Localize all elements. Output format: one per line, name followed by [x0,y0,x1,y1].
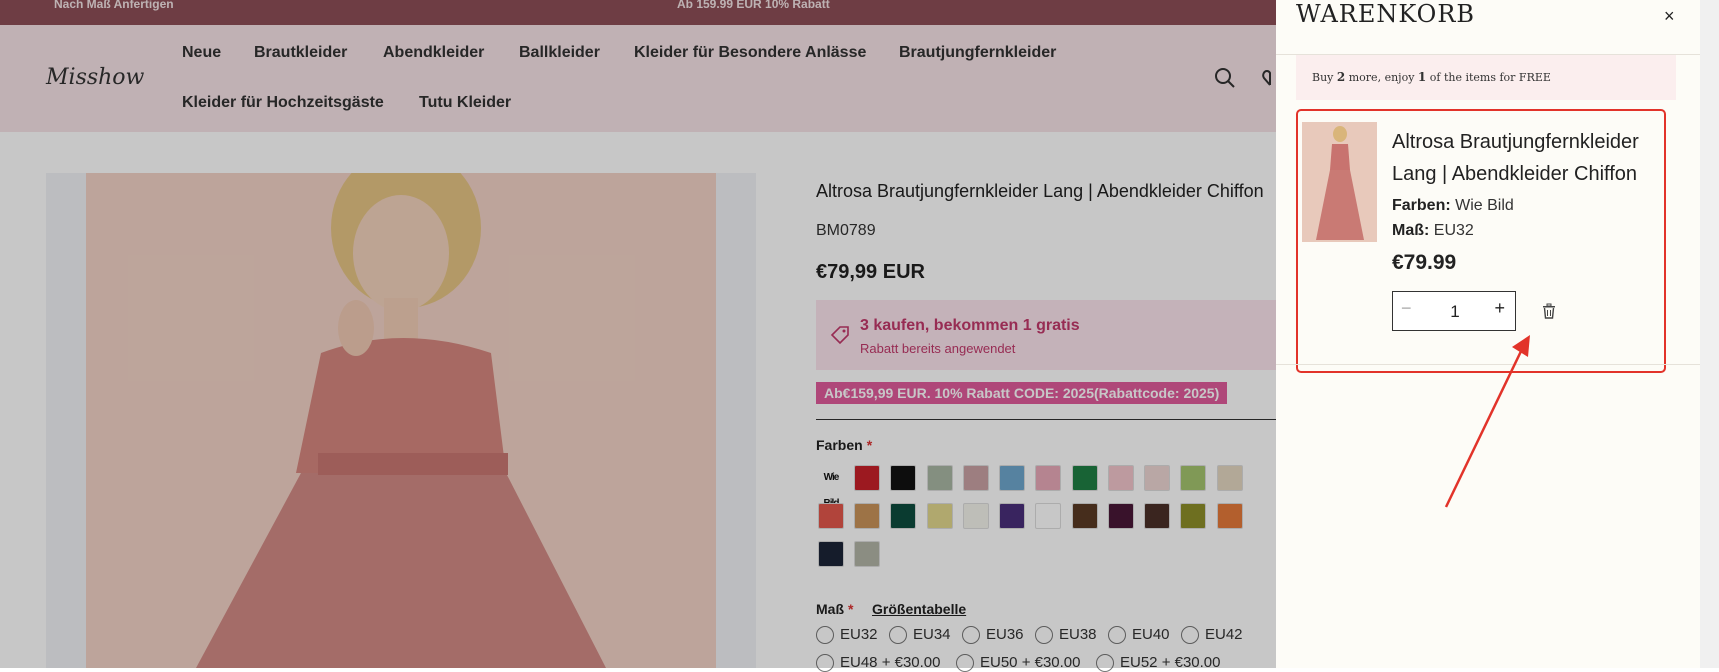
cart-drawer: WARENKORB × Buy 2 more, enjoy 1 of the i… [1276,0,1700,668]
cart-item-price: €79.99 [1392,251,1457,274]
free-item-banner: Buy 2 more, enjoy 1 of the items for FRE… [1296,55,1676,100]
page-overlay[interactable] [0,0,1276,668]
close-icon[interactable]: × [1664,6,1675,27]
quantity-increase-button[interactable]: + [1494,298,1505,319]
cart-item-thumbnail[interactable] [1302,122,1377,242]
cart-item: Altrosa Brautjungfernkleider Lang | Aben… [1296,109,1666,373]
cart-item-color: Farben: Wie Bild [1392,197,1514,214]
quantity-stepper: − 1 + [1392,291,1516,331]
cart-title: WARENKORB [1296,0,1476,28]
drawer-scrollbar[interactable] [1700,0,1719,668]
cart-item-name[interactable]: Altrosa Brautjungfernkleider Lang | Aben… [1392,126,1668,190]
cart-item-size: Maß: EU32 [1392,222,1474,239]
trash-icon[interactable] [1542,303,1556,319]
annotation-arrow-icon [1444,335,1530,508]
